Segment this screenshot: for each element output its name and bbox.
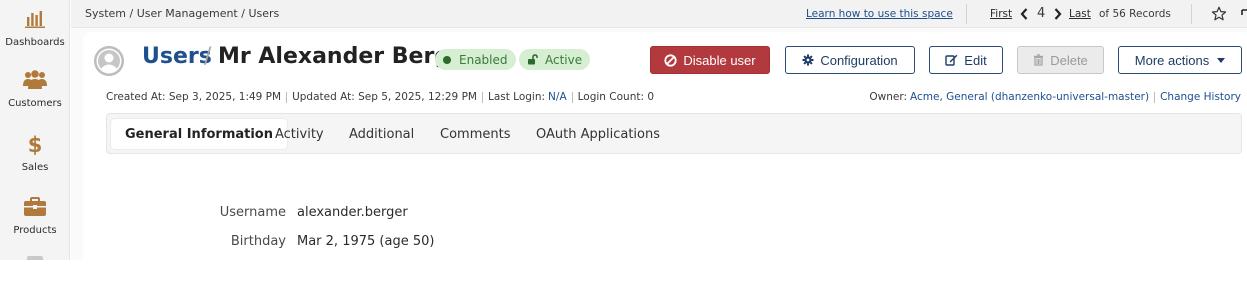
updated-at: Updated At: Sep 5, 2025, 12:29 PM bbox=[292, 91, 477, 103]
tab-oauth-applications[interactable]: OAuth Applications bbox=[536, 119, 660, 149]
sidebar-item-label: Products bbox=[13, 225, 57, 236]
svg-text:$: $ bbox=[28, 133, 43, 156]
learn-space-link[interactable]: Learn how to use this space bbox=[806, 8, 953, 20]
sidebar-item-label: Sales bbox=[21, 162, 49, 173]
sidebar-item-products[interactable]: Products bbox=[0, 195, 70, 236]
pager-total: of 56 Records bbox=[1099, 8, 1171, 20]
button-label: Delete bbox=[1050, 52, 1088, 68]
bar-chart-icon bbox=[22, 7, 48, 31]
delete-button[interactable]: Delete bbox=[1017, 46, 1104, 74]
login-count: Login Count: 0 bbox=[577, 91, 655, 103]
users-icon bbox=[22, 68, 48, 92]
birthday-label: Birthday bbox=[230, 234, 286, 249]
divider bbox=[966, 4, 967, 24]
tab-bar: General Information Activity Additional … bbox=[106, 113, 1242, 154]
change-history-link[interactable]: Change History bbox=[1160, 91, 1241, 103]
more-actions-dropdown[interactable]: More actions bbox=[1118, 46, 1242, 74]
status-badge-active: Active bbox=[519, 49, 591, 70]
users-section-link[interactable]: Users bbox=[142, 44, 212, 69]
top-bar: System / User Management / Users Learn h… bbox=[71, 0, 1247, 28]
ban-icon bbox=[664, 53, 677, 67]
pager-current: 4 bbox=[1037, 6, 1046, 21]
unlock-icon bbox=[527, 54, 538, 65]
trash-icon bbox=[1033, 54, 1044, 66]
button-label: Configuration bbox=[820, 52, 898, 68]
badge-label: Enabled bbox=[459, 52, 508, 67]
last-login-link[interactable]: N/A bbox=[548, 91, 567, 103]
briefcase-icon bbox=[22, 195, 48, 219]
sidebar-item-sales[interactable]: $ Sales bbox=[0, 132, 70, 173]
title-separator: / bbox=[204, 44, 212, 69]
button-label: Edit bbox=[964, 52, 987, 68]
sidebar: Dashboards Customers $ Sales Products bbox=[0, 0, 70, 260]
divider bbox=[1154, 91, 1156, 103]
status-dot-icon bbox=[443, 55, 451, 64]
sidebar-item-label: Dashboards bbox=[5, 37, 65, 48]
configuration-button[interactable]: Configuration bbox=[785, 46, 915, 74]
dollar-icon: $ bbox=[22, 132, 48, 156]
badge-label: Active bbox=[545, 52, 583, 67]
tab-general-information[interactable]: General Information bbox=[111, 119, 287, 149]
owner-info: Owner: Acme, General (dhanzenko-universa… bbox=[869, 91, 1241, 103]
chevron-left-icon[interactable] bbox=[1019, 7, 1029, 21]
created-at: Created At: Sep 3, 2025, 1:49 PM bbox=[106, 91, 282, 103]
chevron-right-icon[interactable] bbox=[1053, 7, 1063, 21]
sidebar-item-partial[interactable] bbox=[27, 256, 43, 260]
divider bbox=[571, 91, 573, 103]
disable-user-button[interactable]: Disable user bbox=[650, 46, 770, 74]
sidebar-item-label: Customers bbox=[8, 98, 62, 109]
main-content: System / User Management / Users Learn h… bbox=[71, 0, 1247, 260]
user-avatar-icon bbox=[94, 46, 124, 76]
username-value: alexander.berger bbox=[297, 205, 408, 220]
star-icon[interactable] bbox=[1211, 6, 1227, 22]
button-label: Disable user bbox=[683, 52, 756, 68]
divider bbox=[1191, 4, 1192, 24]
pager-first-link[interactable]: First bbox=[990, 8, 1012, 20]
sidebar-item-dashboards[interactable]: Dashboards bbox=[0, 7, 70, 48]
edit-button[interactable]: Edit bbox=[929, 46, 1003, 74]
username-label: Username bbox=[219, 205, 286, 220]
divider bbox=[481, 91, 483, 103]
birthday-value: Mar 2, 1975 (age 50) bbox=[297, 234, 435, 249]
tab-additional[interactable]: Additional bbox=[349, 119, 414, 149]
sidebar-item-customers[interactable]: Customers bbox=[0, 68, 70, 109]
button-label: More actions bbox=[1134, 52, 1210, 68]
pager-last-link[interactable]: Last bbox=[1069, 8, 1091, 20]
expand-icon[interactable] bbox=[1239, 6, 1247, 22]
gear-icon bbox=[802, 54, 814, 66]
tab-activity[interactable]: Activity bbox=[275, 119, 324, 149]
owner-link[interactable]: Acme, General (dhanzenko-universal-maste… bbox=[910, 91, 1149, 103]
caret-down-icon bbox=[1217, 57, 1226, 63]
last-login-label: Last Login: bbox=[487, 91, 546, 103]
status-badge-enabled: Enabled bbox=[435, 49, 516, 70]
record-meta: Created At: Sep 3, 2025, 1:49 PM Updated… bbox=[106, 91, 654, 103]
divider bbox=[286, 91, 288, 103]
edit-icon bbox=[945, 54, 958, 66]
owner-label: Owner: bbox=[869, 91, 908, 103]
tab-comments[interactable]: Comments bbox=[440, 119, 510, 149]
breadcrumb: System / User Management / Users bbox=[85, 7, 280, 20]
